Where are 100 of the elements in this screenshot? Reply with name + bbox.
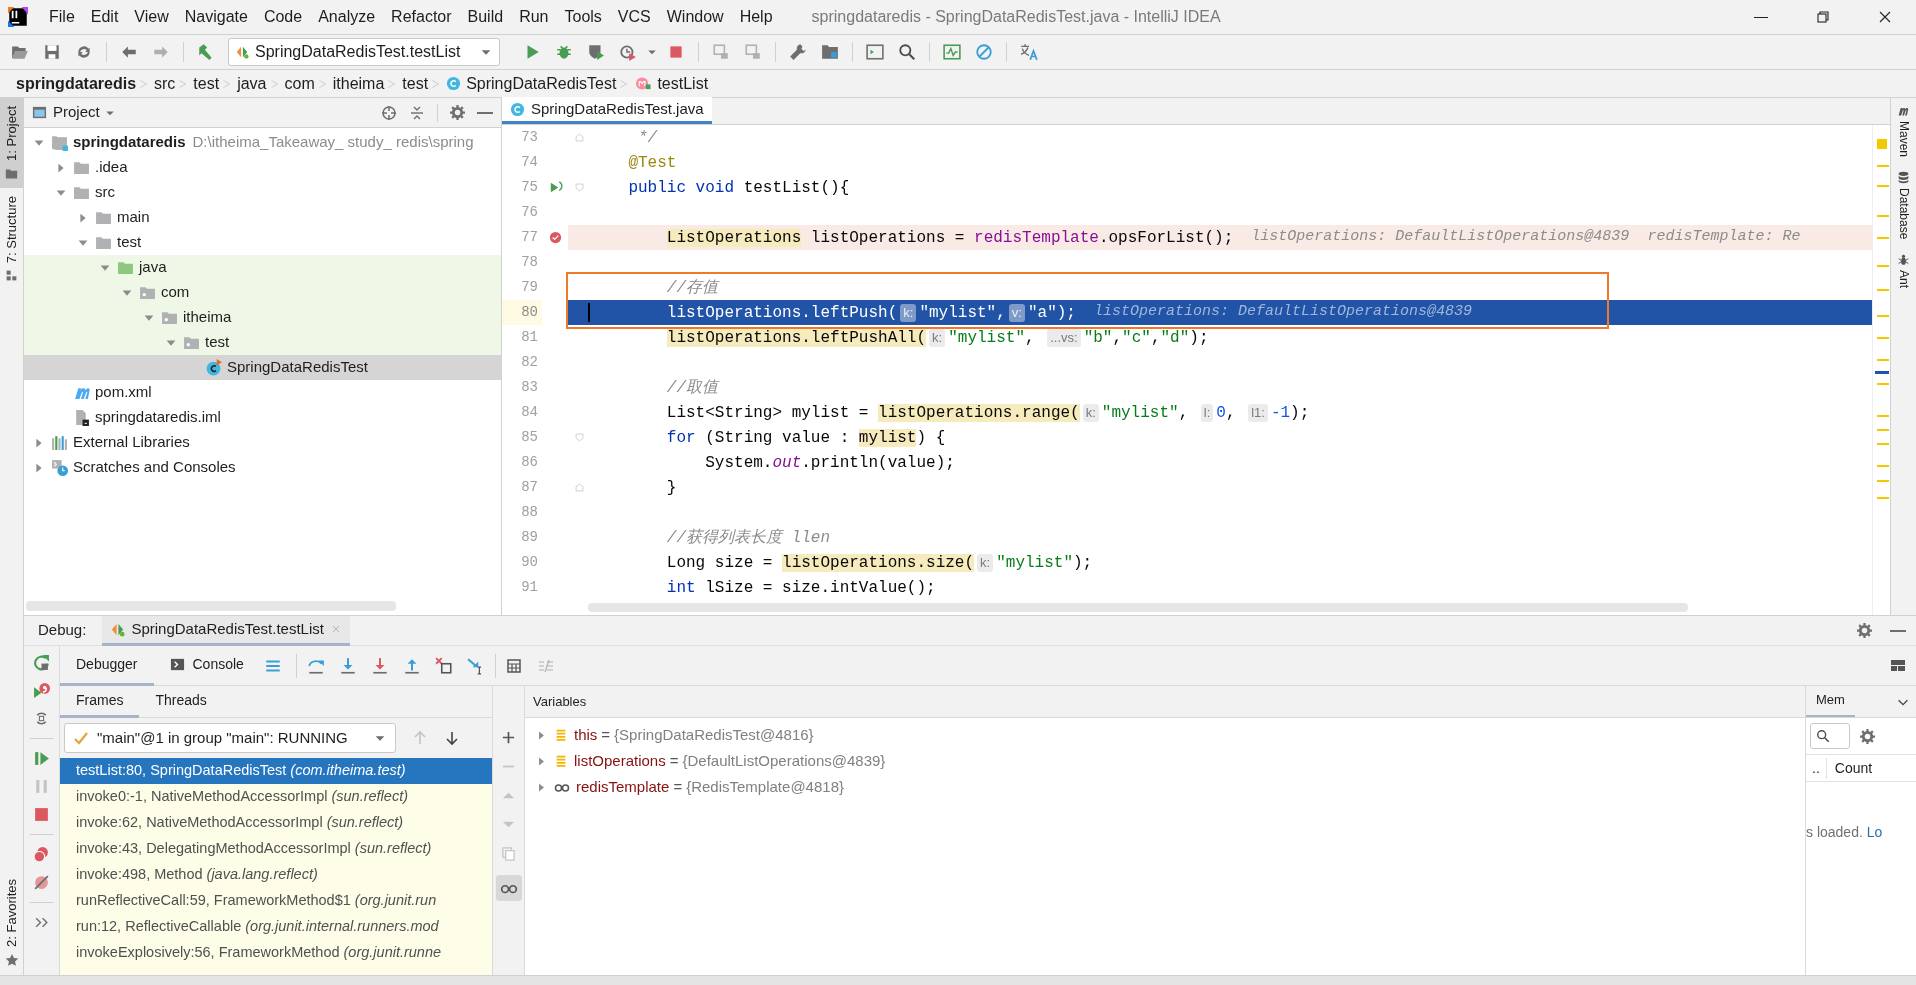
fold-marker-icon[interactable] xyxy=(573,432,585,443)
settings-icon[interactable] xyxy=(1857,623,1872,638)
fold-marker-icon[interactable] xyxy=(573,482,585,493)
down-arrow-icon[interactable] xyxy=(444,730,460,746)
breadcrumb-item[interactable]: testList xyxy=(657,71,709,96)
scrollbar[interactable] xyxy=(588,603,1688,612)
minimize-icon[interactable] xyxy=(477,111,493,114)
duplicate-icon[interactable] xyxy=(501,846,516,861)
debug-icon[interactable] xyxy=(555,43,573,61)
translate-icon[interactable] xyxy=(1020,43,1038,61)
thread-dropdown[interactable]: "main"@1 in group "main": RUNNING xyxy=(64,723,396,753)
load-link[interactable]: Lo xyxy=(1866,822,1883,843)
fold-marker-icon[interactable] xyxy=(573,132,585,143)
wrench-icon[interactable] xyxy=(789,43,807,61)
tree-row[interactable]: springdataredis D:\itheima_Takeaway_ study_ redis\spring xyxy=(24,130,501,155)
menu-item[interactable]: View xyxy=(127,1,176,33)
column-header[interactable]: .. xyxy=(1806,757,1827,779)
settings-icon[interactable] xyxy=(1860,728,1875,744)
tree-row[interactable]: SpringDataRedisTest xyxy=(24,355,501,380)
tree-row[interactable]: main xyxy=(24,205,501,230)
menu-item[interactable]: Edit xyxy=(83,1,126,33)
tree-row[interactable]: pom.xml xyxy=(24,380,501,405)
trace-icon[interactable] xyxy=(537,657,554,674)
stack-frame[interactable]: invokeExplosively:56, FrameworkMethod (org.junit.runne xyxy=(60,940,492,966)
menu-item[interactable]: Navigate xyxy=(177,1,255,33)
view-breakpoints-icon[interactable] xyxy=(33,846,50,863)
column-header[interactable]: Count xyxy=(1826,757,1881,779)
locate-icon[interactable] xyxy=(381,104,397,121)
tool-window-tab[interactable]: 7: Structure xyxy=(0,187,23,291)
breakpoint-icon[interactable] xyxy=(547,230,563,245)
breadcrumb-item[interactable]: springdataredis xyxy=(16,71,137,96)
menu-item[interactable]: Tools xyxy=(557,1,609,33)
breadcrumb-item[interactable]: itheima xyxy=(332,71,385,96)
force-step-into-icon[interactable] xyxy=(370,656,389,675)
breadcrumb-item[interactable]: test xyxy=(402,71,429,96)
menu-item[interactable]: Analyze xyxy=(311,1,383,33)
tool-window-tab[interactable]: 1: Project xyxy=(0,98,23,188)
menu-item[interactable]: VCS xyxy=(610,1,658,33)
tree-row[interactable]: External Libraries xyxy=(24,430,501,455)
resume-program-icon[interactable] xyxy=(33,750,50,767)
tree-row[interactable]: test xyxy=(24,230,501,255)
calculator-icon[interactable] xyxy=(505,657,522,674)
editor-tab[interactable]: SpringDataRedisTest.java xyxy=(502,97,712,124)
run-configuration-dropdown[interactable]: SpringDataRedisTest.testList xyxy=(228,38,500,66)
hammer-icon[interactable] xyxy=(197,43,215,61)
open-icon[interactable] xyxy=(11,43,29,61)
tree-row[interactable]: test xyxy=(24,330,501,355)
tree-row[interactable]: Scratches and Consoles xyxy=(24,455,501,480)
stack-frame[interactable]: invoke:498, Method (java.lang.reflect) xyxy=(60,862,492,888)
variable-entry[interactable]: listOperations = {DefaultListOperations@4839} xyxy=(574,749,886,773)
window-icon[interactable] xyxy=(712,43,730,61)
breadcrumb-item[interactable]: test xyxy=(193,71,220,96)
fold-marker-icon[interactable] xyxy=(573,182,585,193)
stack-frame[interactable]: invoke:43, DelegatingMethodAccessorImpl (sun.reflect) xyxy=(60,836,492,862)
stack-frame[interactable]: invoke:62, NativeMethodAccessorImpl (sun.reflect) xyxy=(60,810,492,836)
settings-icon[interactable] xyxy=(450,105,465,120)
layout-icon[interactable] xyxy=(1890,657,1906,674)
debugger-tab[interactable]: Console xyxy=(153,645,260,686)
tool-window-tab[interactable]: Ant xyxy=(1894,253,1913,289)
watches-toggle-button[interactable] xyxy=(495,875,522,901)
tree-row[interactable]: java xyxy=(24,255,501,280)
ban-icon[interactable] xyxy=(975,43,993,61)
stack-frame[interactable]: testList:80, SpringDataRedisTest (com.itheima.test) xyxy=(60,758,492,784)
tree-row[interactable]: .idea xyxy=(24,155,501,180)
step-into-icon[interactable] xyxy=(338,656,357,675)
stack-frame[interactable]: invoke0:-1, NativeMethodAccessorImpl (sun.reflect) xyxy=(60,784,492,810)
stop-icon[interactable] xyxy=(667,43,685,61)
menu-item[interactable]: Help xyxy=(732,1,780,33)
search-field[interactable] xyxy=(1810,723,1850,749)
variable-entry[interactable]: this = {SpringDataRedisTest@4816} xyxy=(574,723,814,747)
window-icon[interactable] xyxy=(744,43,762,61)
menu-item[interactable]: Run xyxy=(512,1,556,33)
sync-icon[interactable] xyxy=(75,43,93,61)
tree-row[interactable]: src xyxy=(24,180,501,205)
pulse-icon[interactable] xyxy=(943,43,961,61)
menu-item[interactable]: Refactor xyxy=(384,1,459,33)
resume-icon[interactable] xyxy=(33,682,50,699)
tree-row[interactable]: itheima xyxy=(24,305,501,330)
project-view-dropdown[interactable]: Project xyxy=(53,101,116,124)
clock-run-icon[interactable] xyxy=(619,43,637,61)
tree-row[interactable]: springdataredis.iml xyxy=(24,405,501,430)
tool-window-tab[interactable]: 2: Favorites xyxy=(0,871,23,975)
breadcrumb-item[interactable]: src xyxy=(154,71,176,96)
breadcrumb-item[interactable]: SpringDataRedisTest xyxy=(466,71,617,96)
terminal-icon[interactable] xyxy=(866,43,884,61)
frames-tab[interactable]: Threads xyxy=(139,685,223,718)
add-watch-icon[interactable] xyxy=(501,730,516,745)
stack-frame[interactable]: runReflectiveCall:59, FrameworkMethod$1 (org.junit.run xyxy=(60,888,492,914)
menu-item[interactable]: Code xyxy=(256,1,310,33)
folder-icon[interactable] xyxy=(821,43,839,61)
drop-frame-icon[interactable] xyxy=(434,656,453,675)
menu-item[interactable]: File xyxy=(42,1,82,33)
shield-run-icon[interactable] xyxy=(587,43,605,61)
rerun-icon[interactable] xyxy=(33,654,50,671)
stop-icon[interactable] xyxy=(33,806,50,823)
scrollbar[interactable] xyxy=(26,601,396,611)
collapse-all-icon[interactable] xyxy=(409,104,425,121)
menu-item[interactable]: Window xyxy=(659,1,731,33)
save-icon[interactable] xyxy=(43,43,61,61)
frames-tab[interactable]: Frames xyxy=(60,685,140,718)
